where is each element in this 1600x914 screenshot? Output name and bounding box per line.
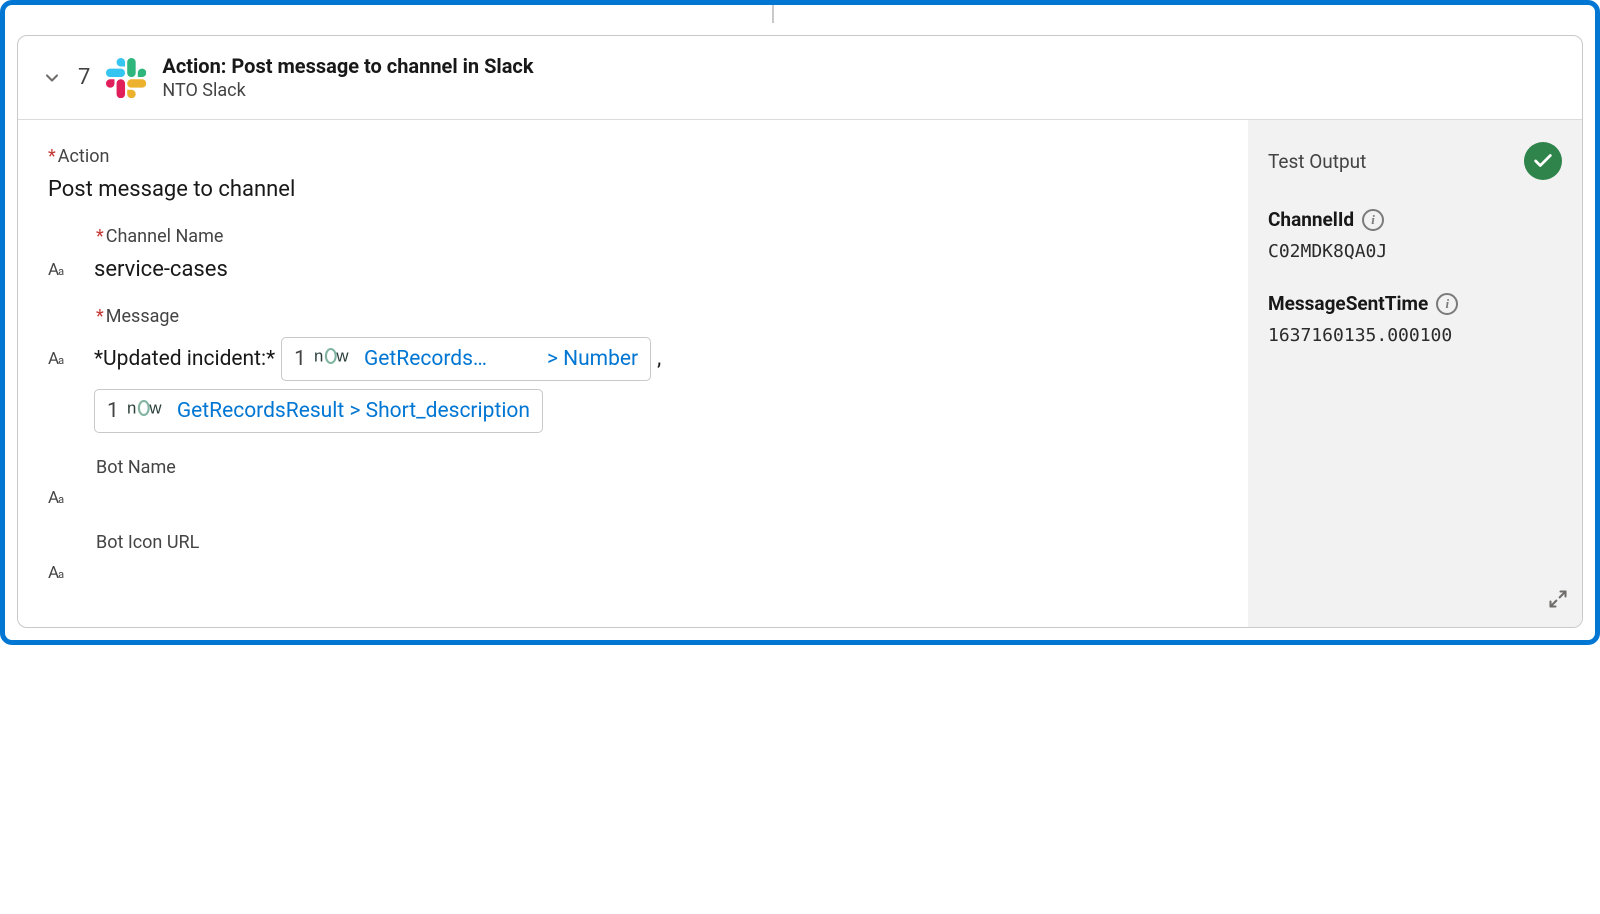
- channel-name-label: Channel Name: [106, 226, 224, 247]
- pill-source-number: 1: [107, 399, 119, 423]
- test-output-title: Test Output: [1268, 150, 1366, 173]
- text-type-icon: Aa: [48, 563, 76, 583]
- svg-text:n: n: [127, 399, 136, 418]
- bot-icon-url-label: Bot Icon URL: [96, 532, 199, 553]
- action-value[interactable]: Post message to channel: [48, 177, 295, 202]
- message-value[interactable]: *Updated incident:* 1 n w: [94, 337, 661, 381]
- required-indicator: *: [96, 226, 104, 247]
- pill-link-tail: > Number: [547, 347, 638, 371]
- field-bot-name: Bot Name Aa: [48, 457, 1218, 508]
- data-pill-short-description[interactable]: 1 n w GetRecordsResult > Short_descripti…: [94, 389, 543, 433]
- channel-name-value[interactable]: service-cases: [94, 257, 228, 282]
- pill-link-text: GetRecordsResult > Short_description: [177, 399, 530, 423]
- expand-icon[interactable]: [1548, 589, 1568, 613]
- text-type-icon: Aa: [48, 488, 76, 508]
- success-check-icon: [1524, 142, 1562, 180]
- message-separator: ,: [657, 347, 661, 371]
- output-messagesent-label: MessageSentTime: [1268, 292, 1428, 315]
- field-action: *Action Post message to channel: [48, 146, 1218, 202]
- output-channelid-label: ChannelId: [1268, 208, 1354, 231]
- data-pill-number[interactable]: 1 n w GetRecords… > Number: [281, 337, 651, 381]
- slack-icon: [106, 58, 146, 98]
- test-output-panel: Test Output ChannelId i C02MDK8QA0J Mess…: [1248, 120, 1582, 627]
- output-messagesent-label-row: MessageSentTime i: [1268, 292, 1562, 315]
- card-header: 7 Action: Post message to channel in Sla…: [18, 36, 1582, 120]
- action-subtitle: NTO Slack: [162, 80, 533, 101]
- pill-link-head: GetRecords…: [364, 347, 539, 371]
- action-label: Action: [58, 146, 110, 167]
- step-number: 7: [78, 65, 90, 90]
- bot-name-label: Bot Name: [96, 457, 176, 478]
- message-label: Message: [106, 306, 179, 327]
- svg-text:w: w: [148, 399, 162, 418]
- field-channel-name: *Channel Name Aa service-cases: [48, 226, 1218, 282]
- text-type-icon: Aa: [48, 349, 76, 369]
- message-prefix: *Updated incident:*: [94, 347, 275, 371]
- field-bot-icon-url: Bot Icon URL Aa: [48, 532, 1218, 583]
- info-icon[interactable]: i: [1362, 209, 1384, 231]
- action-card: 7 Action: Post message to channel in Sla…: [17, 35, 1583, 628]
- svg-text:w: w: [335, 347, 349, 366]
- field-message: *Message Aa *Updated incident:* 1 n: [48, 306, 1218, 433]
- servicenow-icon: n w: [127, 396, 169, 426]
- output-channelid-value: C02MDK8QA0J: [1268, 241, 1562, 262]
- svg-text:n: n: [314, 347, 323, 366]
- action-config-panel: *Action Post message to channel *Channel…: [18, 120, 1248, 627]
- output-messagesent-value: 1637160135.000100: [1268, 325, 1562, 346]
- chevron-down-icon[interactable]: [42, 68, 62, 88]
- required-indicator: *: [96, 306, 104, 327]
- servicenow-icon: n w: [314, 344, 356, 374]
- text-type-icon: Aa: [48, 260, 76, 280]
- output-channelid-label-row: ChannelId i: [1268, 208, 1562, 231]
- pill-source-number: 1: [294, 347, 306, 371]
- info-icon[interactable]: i: [1436, 293, 1458, 315]
- connector-line: [17, 17, 1583, 31]
- action-title: Action: Post message to channel in Slack: [162, 54, 533, 78]
- required-indicator: *: [48, 146, 56, 167]
